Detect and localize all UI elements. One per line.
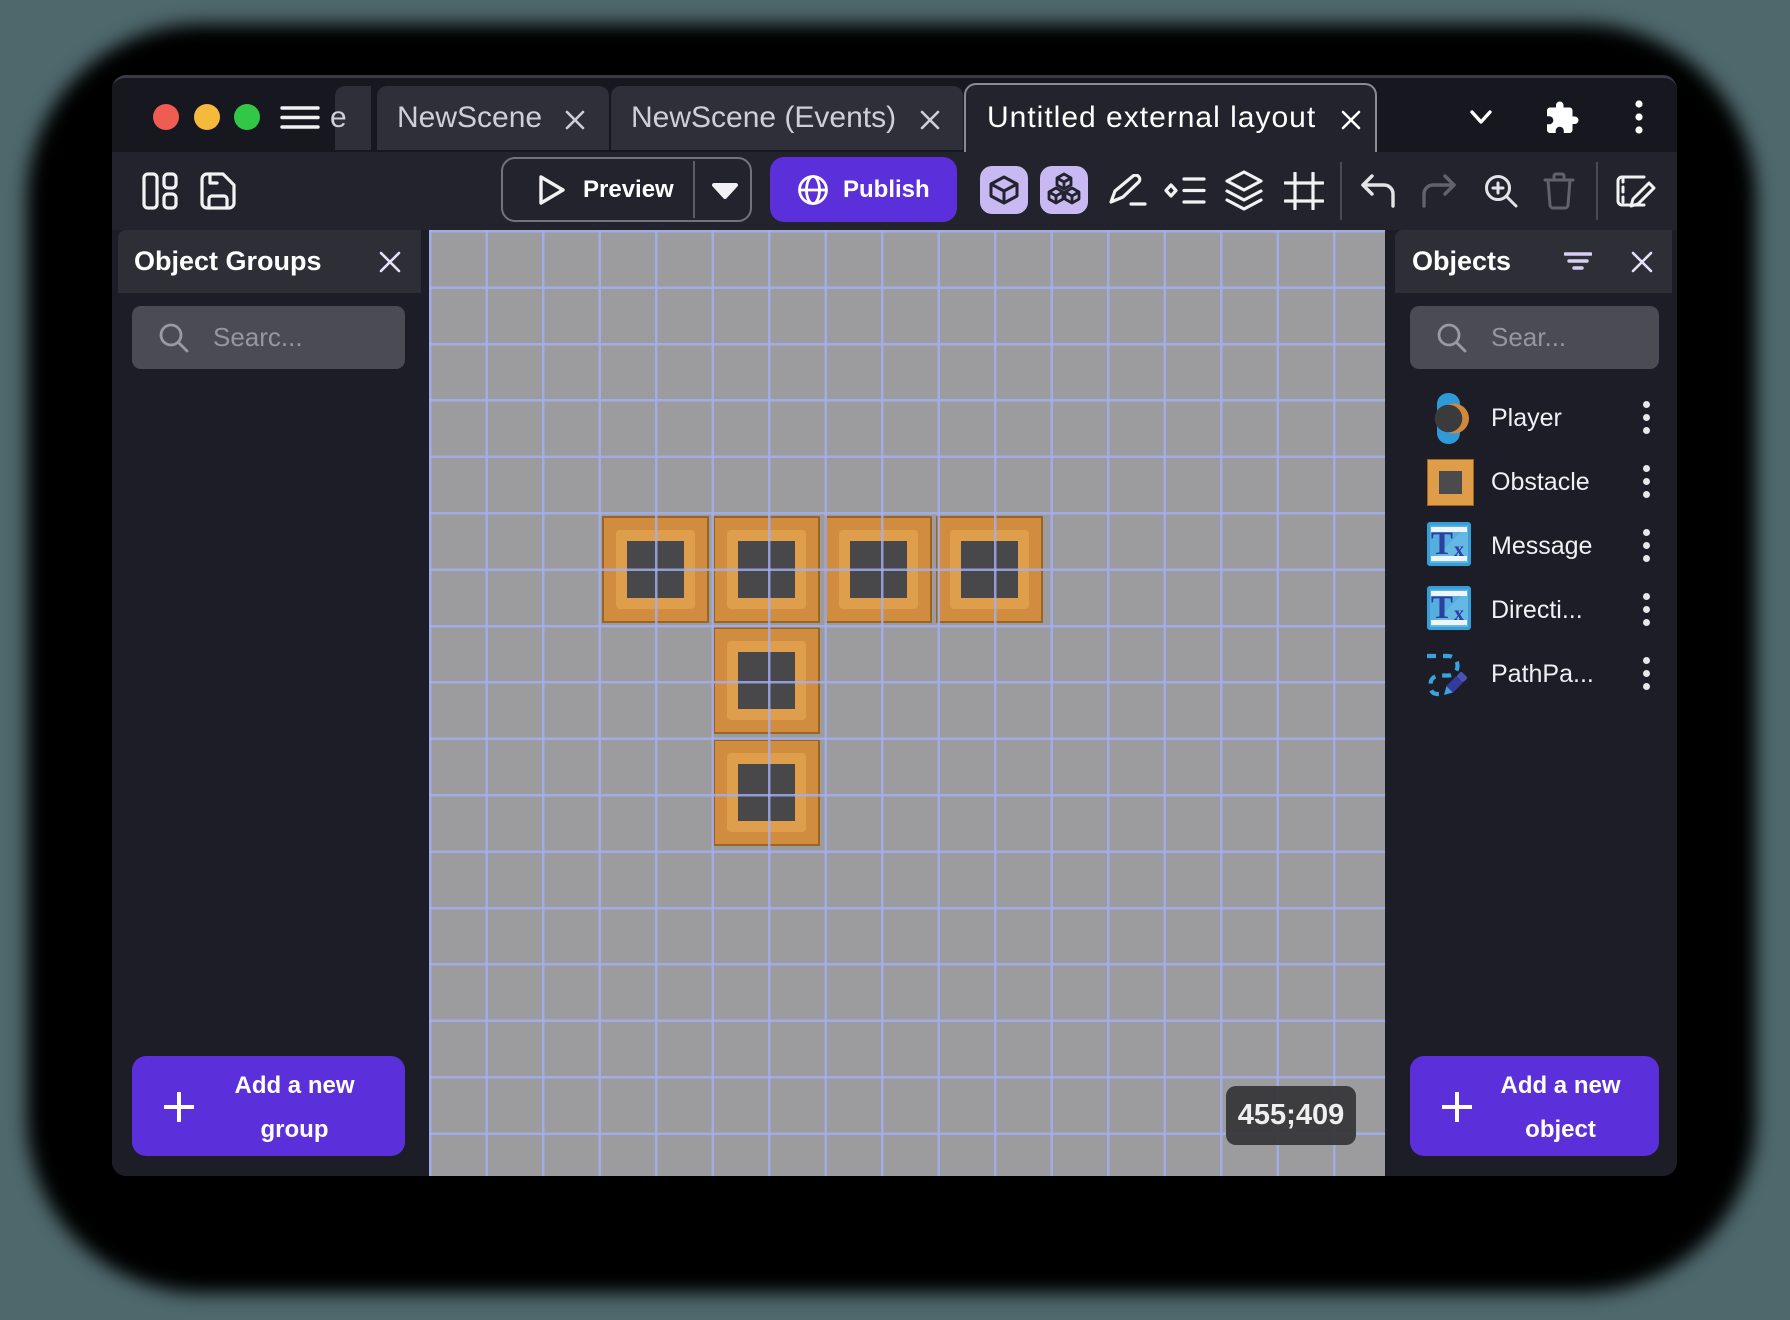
svg-text:x: x xyxy=(1454,603,1464,625)
svg-text:x: x xyxy=(1454,539,1464,561)
svg-text:T: T xyxy=(1431,590,1453,626)
svg-text:T: T xyxy=(1431,526,1453,562)
